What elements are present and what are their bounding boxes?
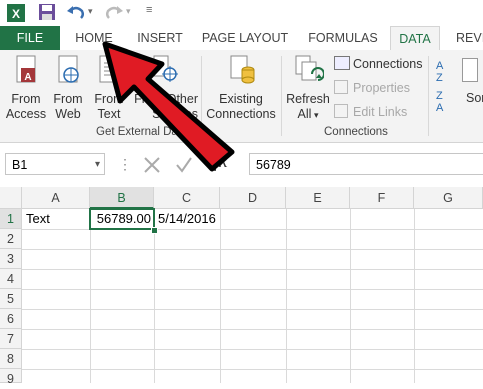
annotation-arrow-icon (102, 41, 235, 172)
